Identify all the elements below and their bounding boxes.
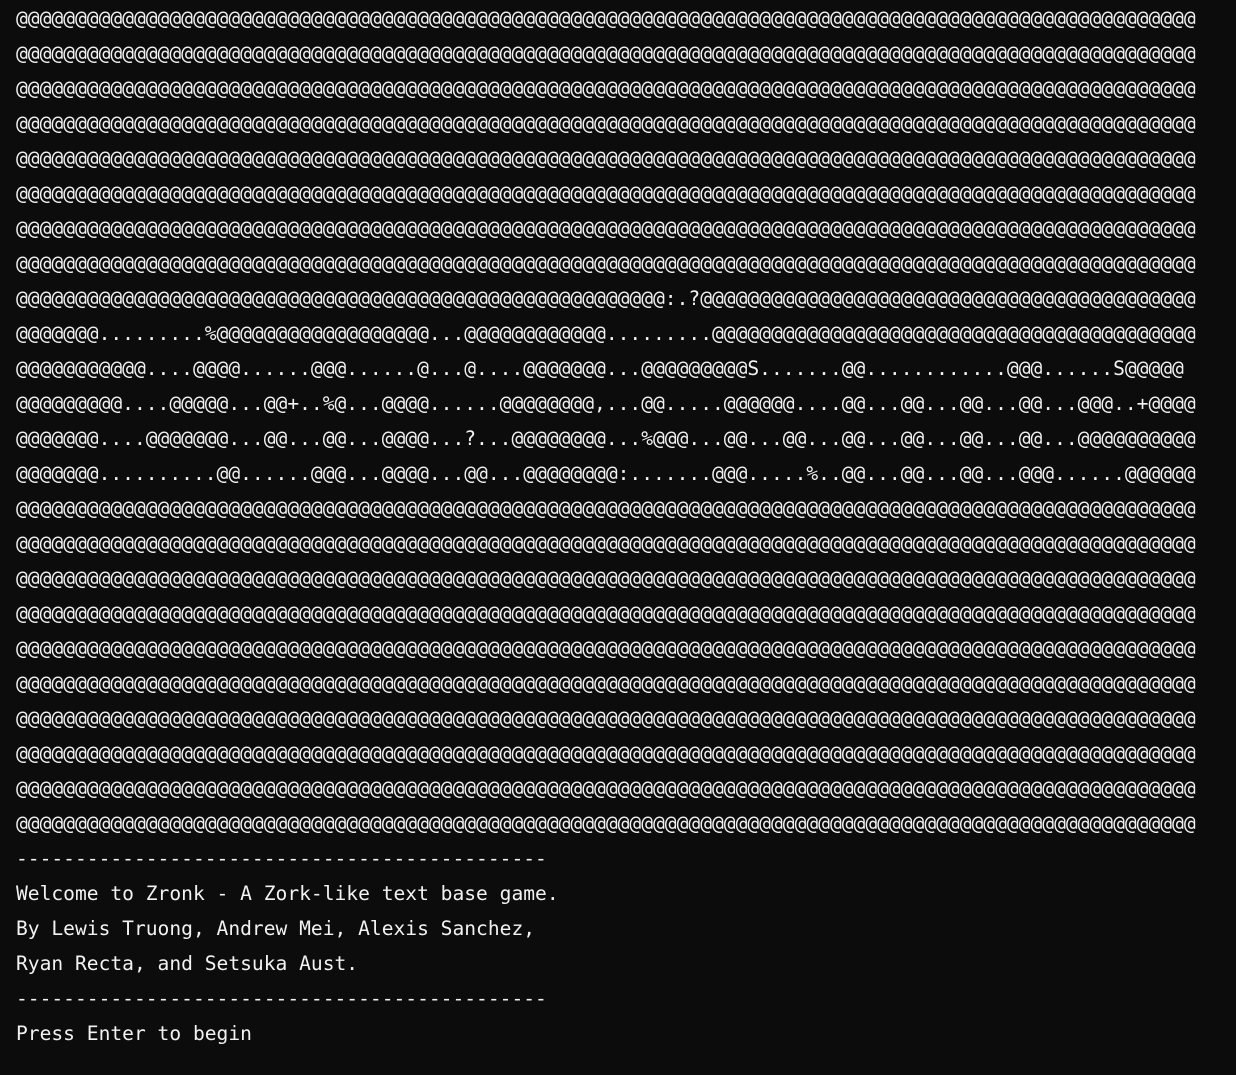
ascii-art-line: @@@@@@@@@@@@@@@@@@@@@@@@@@@@@@@@@@@@@@@@…	[16, 112, 1196, 135]
ascii-art-line: @@@@@@@@@@@@@@@@@@@@@@@@@@@@@@@@@@@@@@@@…	[16, 252, 1196, 275]
ascii-art-line: @@@@@@@@@@@@@@@@@@@@@@@@@@@@@@@@@@@@@@@@…	[16, 42, 1196, 65]
ascii-art-line: @@@@@@@@@@@@@@@@@@@@@@@@@@@@@@@@@@@@@@@@…	[16, 532, 1196, 555]
ascii-art-line: @@@@@@@@@@@@@@@@@@@@@@@@@@@@@@@@@@@@@@@@…	[16, 287, 1196, 310]
ascii-art-line: @@@@@@@@@@@@@@@@@@@@@@@@@@@@@@@@@@@@@@@@…	[16, 812, 1196, 835]
divider-bottom: ----------------------------------------…	[16, 987, 547, 1010]
ascii-art-line: @@@@@@@....@@@@@@@...@@...@@...@@@@...?.…	[16, 427, 1196, 450]
divider-top: ----------------------------------------…	[16, 847, 547, 870]
ascii-art-line: @@@@@@@@@@@@@@@@@@@@@@@@@@@@@@@@@@@@@@@@…	[16, 707, 1196, 730]
ascii-art-line: @@@@@@@@@@@@@@@@@@@@@@@@@@@@@@@@@@@@@@@@…	[16, 217, 1196, 240]
credits-text-2: Ryan Recta, and Setsuka Aust.	[16, 952, 359, 975]
ascii-art-line: @@@@@@@@@@@@@@@@@@@@@@@@@@@@@@@@@@@@@@@@…	[16, 602, 1196, 625]
ascii-art-line: @@@@@@@..........@@......@@@...@@@@...@@…	[16, 462, 1196, 485]
press-enter-prompt[interactable]: Press Enter to begin	[16, 1016, 1226, 1051]
ascii-art-line: @@@@@@@@@@@@@@@@@@@@@@@@@@@@@@@@@@@@@@@@…	[16, 567, 1196, 590]
ascii-art-line: @@@@@@@@@@@@@@@@@@@@@@@@@@@@@@@@@@@@@@@@…	[16, 637, 1196, 660]
ascii-art-line: @@@@@@@@@@@@@@@@@@@@@@@@@@@@@@@@@@@@@@@@…	[16, 182, 1196, 205]
ascii-art-line: @@@@@@@@@@@@@@@@@@@@@@@@@@@@@@@@@@@@@@@@…	[16, 77, 1196, 100]
credits-text-1: By Lewis Truong, Andrew Mei, Alexis Sanc…	[16, 917, 536, 940]
ascii-art-line: @@@@@@@@@@@@@@@@@@@@@@@@@@@@@@@@@@@@@@@@…	[16, 777, 1196, 800]
console-output: @@@@@@@@@@@@@@@@@@@@@@@@@@@@@@@@@@@@@@@@…	[16, 1, 1226, 1051]
ascii-art-line: @@@@@@@@@@@@@@@@@@@@@@@@@@@@@@@@@@@@@@@@…	[16, 147, 1196, 170]
ascii-art-line: @@@@@@@@@@@@@@@@@@@@@@@@@@@@@@@@@@@@@@@@…	[16, 7, 1196, 30]
welcome-text: Welcome to Zronk - A Zork-like text base…	[16, 882, 559, 905]
ascii-art-line: @@@@@@@.........%@@@@@@@@@@@@@@@@@@...@@…	[16, 322, 1196, 345]
ascii-art-line: @@@@@@@@@@@@@@@@@@@@@@@@@@@@@@@@@@@@@@@@…	[16, 497, 1196, 520]
ascii-art-line: @@@@@@@@@....@@@@@...@@+..%@...@@@@.....…	[16, 392, 1196, 415]
ascii-art-line: @@@@@@@@@@@....@@@@......@@@......@...@.…	[16, 357, 1184, 380]
ascii-art-banner: @@@@@@@@@@@@@@@@@@@@@@@@@@@@@@@@@@@@@@@@…	[16, 1, 1226, 841]
ascii-art-line: @@@@@@@@@@@@@@@@@@@@@@@@@@@@@@@@@@@@@@@@…	[16, 672, 1196, 695]
ascii-art-line: @@@@@@@@@@@@@@@@@@@@@@@@@@@@@@@@@@@@@@@@…	[16, 742, 1196, 765]
